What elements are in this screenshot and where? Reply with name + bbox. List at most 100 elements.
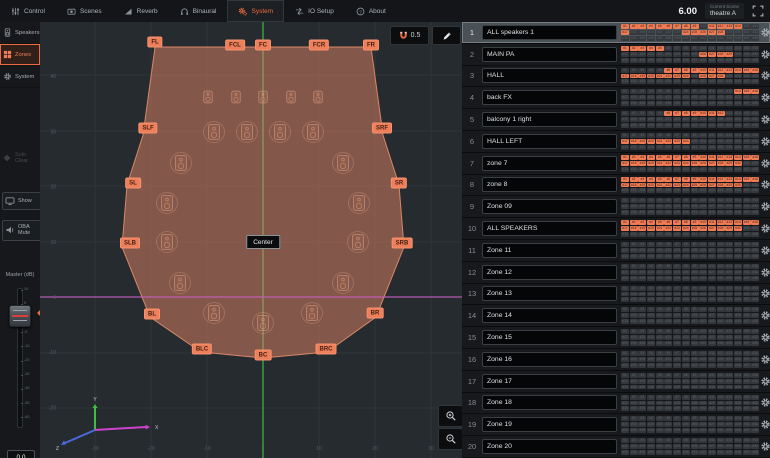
matrix-cell[interactable]: #38 xyxy=(664,297,672,302)
matrix-cell[interactable]: #47 xyxy=(743,145,751,150)
matrix-cell[interactable]: #40 xyxy=(682,58,690,63)
matrix-cell[interactable]: #43 xyxy=(708,341,716,346)
matrix-cell[interactable]: #48 xyxy=(751,254,759,259)
matrix-cell[interactable]: #38 xyxy=(664,319,672,324)
matrix-cell[interactable]: #37 xyxy=(656,167,664,172)
zone-name-input[interactable]: HALL xyxy=(482,68,617,83)
matrix-cell[interactable]: #21 xyxy=(656,292,664,297)
matrix-cell[interactable]: #11 xyxy=(708,351,716,356)
matrix-cell[interactable]: #9 xyxy=(691,373,699,378)
speaker-position-label-sr[interactable]: SR xyxy=(391,178,407,189)
matrix-cell[interactable]: #4 xyxy=(647,155,655,160)
matrix-cell[interactable]: #5 xyxy=(656,438,664,443)
matrix-cell[interactable]: #6 xyxy=(664,89,672,94)
matrix-cell[interactable]: #14 xyxy=(734,220,742,225)
matrix-cell[interactable]: #16 xyxy=(751,395,759,400)
matrix-cell[interactable]: #31 xyxy=(743,292,751,297)
matrix-cell[interactable]: #24 xyxy=(682,444,690,449)
zone-row-16[interactable]: 16Zone 16#1#2#3#4#5#6#7#8#9#10#11#12#13#… xyxy=(462,349,770,371)
matrix-cell[interactable]: #9 xyxy=(691,198,699,203)
matrix-cell[interactable]: #3 xyxy=(638,286,646,291)
matrix-cell[interactable]: #15 xyxy=(743,24,751,29)
matrix-cell[interactable]: #38 xyxy=(664,428,672,433)
matrix-cell[interactable]: #29 xyxy=(725,30,733,35)
matrix-cell[interactable]: #10 xyxy=(699,307,707,312)
matrix-cell[interactable]: #28 xyxy=(717,313,725,318)
matrix-cell[interactable]: #21 xyxy=(656,248,664,253)
matrix-cell[interactable]: #24 xyxy=(682,52,690,57)
matrix-cell[interactable]: #9 xyxy=(691,351,699,356)
matrix-cell[interactable]: #2 xyxy=(630,264,638,269)
matrix-cell[interactable]: #34 xyxy=(630,319,638,324)
matrix-cell[interactable]: #7 xyxy=(673,46,681,51)
matrix-cell[interactable]: #26 xyxy=(699,248,707,253)
matrix-cell[interactable]: #47 xyxy=(743,297,751,302)
matrix-cell[interactable]: #36 xyxy=(647,297,655,302)
matrix-cell[interactable]: #8 xyxy=(682,438,690,443)
matrix-cell[interactable]: #38 xyxy=(664,145,672,150)
matrix-cell[interactable]: #1 xyxy=(621,89,629,94)
matrix-cell[interactable]: #39 xyxy=(673,58,681,63)
matrix-cell[interactable]: #25 xyxy=(691,52,699,57)
matrix-cell[interactable]: #45 xyxy=(725,385,733,390)
matrix-cell[interactable]: #24 xyxy=(682,248,690,253)
matrix-cell[interactable]: #15 xyxy=(743,416,751,421)
matrix-cell[interactable]: #20 xyxy=(647,30,655,35)
matrix-cell[interactable]: #39 xyxy=(673,101,681,106)
matrix-cell[interactable]: #37 xyxy=(656,406,664,411)
matrix-cell[interactable]: #29 xyxy=(725,248,733,253)
matrix-cell[interactable]: #33 xyxy=(621,341,629,346)
matrix-cell[interactable]: #7 xyxy=(673,373,681,378)
sidebar-item-speakers[interactable]: Speakers xyxy=(0,22,40,44)
matrix-cell[interactable]: #5 xyxy=(656,373,664,378)
matrix-cell[interactable]: #29 xyxy=(725,95,733,100)
matrix-cell[interactable]: #29 xyxy=(725,52,733,57)
matrix-cell[interactable]: #23 xyxy=(673,74,681,79)
matrix-cell[interactable]: #8 xyxy=(682,155,690,160)
matrix-cell[interactable]: #43 xyxy=(708,406,716,411)
speaker-position-label-fc[interactable]: FC xyxy=(255,40,271,51)
matrix-cell[interactable]: #41 xyxy=(691,36,699,41)
matrix-cell[interactable]: #40 xyxy=(682,254,690,259)
matrix-cell[interactable]: #11 xyxy=(708,155,716,160)
matrix-cell[interactable]: #41 xyxy=(691,79,699,84)
matrix-cell[interactable]: #12 xyxy=(717,416,725,421)
matrix-cell[interactable]: #13 xyxy=(725,329,733,334)
matrix-cell[interactable]: #3 xyxy=(638,220,646,225)
matrix-cell[interactable]: #24 xyxy=(682,226,690,231)
matrix-cell[interactable]: #3 xyxy=(638,133,646,138)
matrix-cell[interactable]: #24 xyxy=(682,30,690,35)
matrix-cell[interactable]: #25 xyxy=(691,422,699,427)
matrix-cell[interactable]: #4 xyxy=(647,111,655,116)
matrix-cell[interactable]: #8 xyxy=(682,220,690,225)
matrix-cell[interactable]: #30 xyxy=(734,204,742,209)
matrix-cell[interactable]: #42 xyxy=(699,79,707,84)
matrix-cell[interactable]: #41 xyxy=(691,145,699,150)
matrix-cell[interactable]: #16 xyxy=(751,198,759,203)
matrix-cell[interactable]: #42 xyxy=(699,58,707,63)
matrix-cell[interactable]: #21 xyxy=(656,422,664,427)
matrix-cell[interactable]: #24 xyxy=(682,95,690,100)
matrix-cell[interactable]: #8 xyxy=(682,264,690,269)
matrix-cell[interactable]: #48 xyxy=(751,450,759,455)
matrix-cell[interactable]: #38 xyxy=(664,363,672,368)
matrix-cell[interactable]: #6 xyxy=(664,416,672,421)
matrix-cell[interactable]: #13 xyxy=(725,264,733,269)
matrix-cell[interactable]: #19 xyxy=(638,248,646,253)
matrix-cell[interactable]: #18 xyxy=(630,335,638,340)
matrix-cell[interactable]: #44 xyxy=(717,167,725,172)
matrix-cell[interactable]: #23 xyxy=(673,248,681,253)
matrix-cell[interactable]: #39 xyxy=(673,145,681,150)
matrix-cell[interactable]: #43 xyxy=(708,363,716,368)
fullscreen-icon[interactable] xyxy=(752,5,764,17)
matrix-cell[interactable]: #12 xyxy=(717,438,725,443)
matrix-cell[interactable]: #7 xyxy=(673,307,681,312)
matrix-cell[interactable]: #9 xyxy=(691,286,699,291)
matrix-cell[interactable]: #5 xyxy=(656,286,664,291)
zone-settings-gear-icon[interactable] xyxy=(760,223,770,234)
matrix-cell[interactable]: #34 xyxy=(630,276,638,281)
matrix-cell[interactable]: #3 xyxy=(638,351,646,356)
edit-pencil-button[interactable] xyxy=(432,26,461,45)
matrix-cell[interactable]: #28 xyxy=(717,444,725,449)
matrix-cell[interactable]: #37 xyxy=(656,123,664,128)
